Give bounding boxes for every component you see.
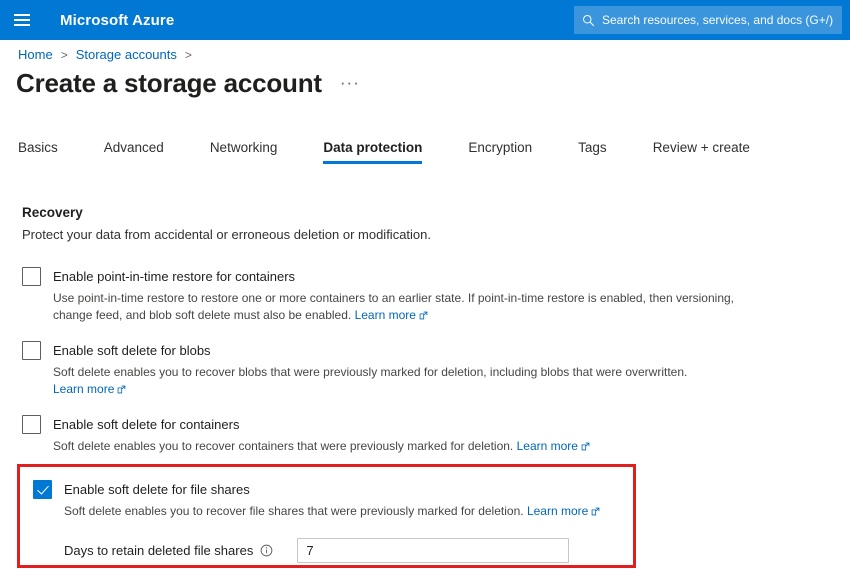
external-link-icon: [419, 311, 428, 320]
learn-more-link-point-in-time-restore[interactable]: Learn more: [355, 308, 416, 322]
top-navigation-bar: Microsoft Azure Search resources, servic…: [0, 0, 850, 40]
option-soft-delete-containers: Enable soft delete for containers Soft d…: [22, 415, 722, 455]
description-text: Soft delete enables you to recover conta…: [53, 439, 513, 453]
description-soft-delete-blobs: Soft delete enables you to recover blobs…: [53, 364, 718, 398]
option-soft-delete-blobs: Enable soft delete for blobs Soft delete…: [22, 341, 702, 398]
tab-tags[interactable]: Tags: [578, 140, 607, 164]
azure-brand-label[interactable]: Microsoft Azure: [60, 12, 174, 29]
option-point-in-time-restore: Enable point-in-time restore for contain…: [22, 267, 722, 324]
retain-days-label: Days to retain deleted file shares: [64, 543, 253, 558]
search-placeholder-text: Search resources, services, and docs (G+…: [602, 13, 833, 27]
page-title-row: Create a storage account ···: [16, 68, 360, 99]
tab-review-create[interactable]: Review + create: [653, 140, 750, 164]
description-soft-delete-file-shares: Soft delete enables you to recover file …: [64, 503, 634, 520]
tab-data-protection[interactable]: Data protection: [323, 140, 422, 164]
option-soft-delete-file-shares: Enable soft delete for file shares Soft …: [33, 480, 633, 563]
label-soft-delete-blobs[interactable]: Enable soft delete for blobs: [53, 341, 211, 360]
external-link-icon: [591, 507, 600, 516]
learn-more-link-soft-delete-file-shares[interactable]: Learn more: [527, 504, 588, 518]
hamburger-icon[interactable]: [0, 0, 44, 40]
more-options-button[interactable]: ···: [340, 74, 360, 91]
tab-networking[interactable]: Networking: [210, 140, 278, 164]
breadcrumb-separator: >: [61, 48, 68, 62]
learn-more-link-soft-delete-containers[interactable]: Learn more: [517, 439, 578, 453]
checkbox-soft-delete-containers[interactable]: [22, 415, 41, 434]
label-soft-delete-containers[interactable]: Enable soft delete for containers: [53, 415, 239, 434]
breadcrumb-separator-2: >: [185, 48, 192, 62]
description-text: Soft delete enables you to recover blobs…: [53, 365, 687, 379]
wizard-tabs: Basics Advanced Networking Data protecti…: [18, 140, 750, 174]
tab-basics[interactable]: Basics: [18, 140, 58, 164]
label-soft-delete-file-shares[interactable]: Enable soft delete for file shares: [64, 480, 250, 499]
tab-advanced[interactable]: Advanced: [104, 140, 164, 164]
breadcrumb-item-storage-accounts[interactable]: Storage accounts: [76, 47, 177, 62]
info-icon[interactable]: [260, 544, 273, 557]
breadcrumb: Home > Storage accounts >: [18, 47, 200, 62]
external-link-icon: [117, 385, 126, 394]
breadcrumb-item-home[interactable]: Home: [18, 47, 53, 62]
checkbox-soft-delete-file-shares[interactable]: [33, 480, 52, 499]
description-text: Soft delete enables you to recover file …: [64, 504, 524, 518]
learn-more-link-soft-delete-blobs[interactable]: Learn more: [53, 382, 114, 396]
retain-days-input[interactable]: [297, 538, 569, 563]
retain-days-row: Days to retain deleted file shares: [64, 538, 633, 563]
search-icon: [582, 14, 595, 27]
checkbox-point-in-time-restore[interactable]: [22, 267, 41, 286]
global-search-box[interactable]: Search resources, services, and docs (G+…: [574, 6, 842, 34]
checkbox-soft-delete-blobs[interactable]: [22, 341, 41, 360]
label-point-in-time-restore[interactable]: Enable point-in-time restore for contain…: [53, 267, 295, 286]
recovery-section-title: Recovery: [22, 205, 83, 220]
tab-encryption[interactable]: Encryption: [468, 140, 532, 164]
description-soft-delete-containers: Soft delete enables you to recover conta…: [53, 438, 743, 455]
external-link-icon: [581, 442, 590, 451]
page-title: Create a storage account: [16, 68, 322, 99]
recovery-section-description: Protect your data from accidental or err…: [22, 227, 431, 242]
description-point-in-time-restore: Use point-in-time restore to restore one…: [53, 290, 739, 324]
